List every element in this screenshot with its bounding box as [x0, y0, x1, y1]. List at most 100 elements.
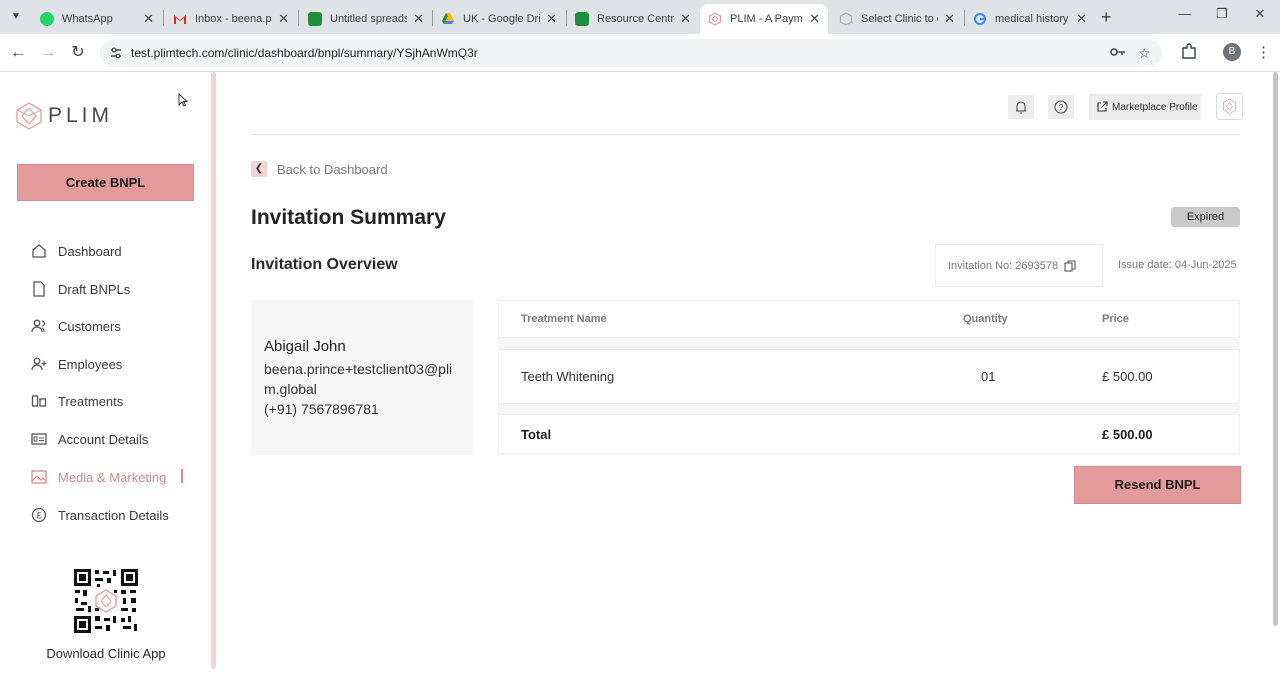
url-text[interactable]: test.plimtech.com/clinic/dashboard/bnpl/… [131, 46, 478, 60]
maximize-icon[interactable]: ❐ [1207, 6, 1237, 22]
svg-text:?: ? [1059, 103, 1064, 112]
site-settings-icon[interactable] [109, 46, 123, 60]
total-label: Total [521, 426, 552, 442]
sidebar-item-label: Customers [58, 318, 121, 334]
window-close-icon[interactable]: ✕ [1245, 6, 1275, 22]
tab-title: Resource Centre [597, 13, 675, 25]
password-key-icon[interactable] [1110, 45, 1126, 62]
browser-tab-google[interactable]: medical history ✕ [965, 4, 1095, 34]
browser-tab-whatsapp[interactable]: WhatsApp ✕ [32, 4, 162, 34]
treatments-icon [31, 395, 47, 407]
pound-icon: £ [31, 507, 47, 523]
table-row: Teeth Whitening 01 £ 500.00 [498, 349, 1240, 404]
page-scrollbar[interactable] [1273, 72, 1278, 626]
sidebar-item-label: Transaction Details [58, 507, 169, 523]
browser-tab-plim[interactable]: PLIM - A Paymen ✕ [700, 4, 828, 34]
sidebar-item-media-marketing[interactable]: Media & Marketing [31, 465, 166, 489]
logo-text: PLIM [48, 104, 114, 127]
sidebar-item-account-details[interactable]: Account Details [31, 427, 148, 451]
address-bar[interactable]: test.plimtech.com/clinic/dashboard/bnpl/… [100, 39, 1162, 67]
sidebar-item-employees[interactable]: Employees [31, 352, 122, 376]
back-arrow-icon[interactable]: ← [8, 43, 28, 63]
profile-avatar[interactable]: B [1223, 43, 1241, 61]
sidebar-item-customers[interactable]: Customers [31, 314, 121, 338]
user-add-icon [31, 357, 47, 371]
clinic-avatar[interactable] [1216, 93, 1243, 120]
download-clinic-app-label[interactable]: Download Clinic App [0, 646, 212, 661]
plim-icon [708, 12, 722, 26]
tab-title: WhatsApp [62, 13, 113, 25]
sidebar-item-draft-bnpls[interactable]: Draft BNPLs [31, 277, 130, 301]
close-icon[interactable]: ✕ [944, 11, 955, 27]
bell-icon [1016, 101, 1026, 114]
id-card-icon [31, 433, 47, 445]
sidebar-scrollbar[interactable] [211, 72, 216, 669]
client-phone: (+91) 7567896781 [264, 401, 379, 417]
help-button[interactable]: ? [1048, 95, 1074, 119]
sheets-icon [575, 12, 589, 26]
whatsapp-icon [40, 12, 54, 26]
treatment-quantity: 01 [981, 369, 996, 384]
close-icon[interactable]: ✕ [413, 11, 424, 27]
sidebar-item-dashboard[interactable]: Dashboard [31, 239, 122, 263]
image-icon [31, 470, 47, 484]
tab-title: UK - Google Driv [463, 13, 541, 25]
page-title: Invitation Summary [251, 206, 446, 229]
close-icon[interactable]: ✕ [278, 11, 289, 27]
gmail-icon [173, 12, 187, 26]
tab-title: Inbox - beena.pr [195, 13, 273, 25]
resend-bnpl-button[interactable]: Resend BNPL [1074, 466, 1241, 504]
sidebar: PLIM Create BNPL Dashboard Draft BNPLs C… [0, 72, 212, 680]
bookmark-star-icon[interactable]: ☆ [1138, 45, 1151, 62]
browser-tab-gmail[interactable]: Inbox - beena.pr ✕ [165, 4, 297, 34]
create-bnpl-button[interactable]: Create BNPL [17, 164, 194, 201]
table-header-row: Treatment Name Quantity Price [498, 300, 1240, 338]
marketplace-profile-label: Marketplace Profile [1112, 101, 1198, 113]
notifications-button[interactable] [1008, 95, 1034, 119]
sidebar-item-label: Media & Marketing [58, 469, 167, 485]
browser-tab-resource-centre[interactable]: Resource Centre ✕ [567, 4, 699, 34]
client-name: Abigail John [264, 338, 346, 355]
tab-search-chevron-icon[interactable]: ▼ [6, 8, 26, 26]
client-email: beena.prince+testclient03@plim.global [264, 361, 453, 397]
forward-arrow-icon[interactable]: → [38, 43, 58, 63]
copy-icon[interactable] [1063, 259, 1077, 273]
tab-title: Select Clinic to c [861, 13, 939, 25]
home-icon [32, 244, 46, 258]
external-link-icon [1097, 101, 1108, 112]
table-total-row: Total £ 500.00 [498, 414, 1240, 454]
browser-tab-sheets[interactable]: Untitled spreads ✕ [300, 4, 432, 34]
qr-code [73, 568, 139, 634]
extensions-icon[interactable] [1180, 43, 1198, 61]
plim-logo[interactable]: PLIM [16, 102, 113, 130]
browser-tab-drive[interactable]: UK - Google Driv ✕ [433, 4, 565, 34]
back-label: Back to Dashboard [277, 161, 388, 177]
reload-icon[interactable]: ↻ [68, 43, 88, 63]
close-icon[interactable]: ✕ [1076, 11, 1087, 27]
tab-title: medical history [995, 13, 1069, 25]
browser-menu-icon[interactable]: ⋮ [1256, 43, 1271, 61]
total-value: £ 500.00 [1102, 426, 1153, 442]
users-icon [31, 319, 46, 333]
invitation-number-box: Invitation No: 2693578 [935, 244, 1103, 287]
close-icon[interactable]: ✕ [546, 11, 557, 27]
browser-tab-select-clinic[interactable]: Select Clinic to c ✕ [831, 4, 963, 34]
tab-title: PLIM - A Paymen [730, 13, 803, 25]
sidebar-item-transaction-details[interactable]: £ Transaction Details [31, 503, 169, 527]
treatment-name: Teeth Whitening [521, 369, 615, 384]
tab-separator [298, 10, 299, 26]
close-icon[interactable]: ✕ [143, 11, 154, 27]
close-icon[interactable]: ✕ [809, 11, 820, 27]
mouse-cursor-icon [178, 93, 188, 107]
google-icon [973, 12, 987, 26]
column-header-price: Price [1102, 313, 1129, 325]
column-header-quantity: Quantity [963, 313, 1008, 325]
marketplace-profile-button[interactable]: Marketplace Profile [1089, 94, 1201, 120]
back-to-dashboard-link[interactable]: ❮ Back to Dashboard [251, 161, 388, 177]
new-tab-icon[interactable]: + [1101, 7, 1112, 28]
close-icon[interactable]: ✕ [680, 11, 691, 27]
client-card: Abigail John beena.prince+testclient03@p… [251, 300, 473, 455]
sidebar-item-treatments[interactable]: Treatments [31, 389, 123, 413]
minimize-icon[interactable]: — [1170, 6, 1200, 21]
chevron-left-icon: ❮ [251, 161, 267, 177]
